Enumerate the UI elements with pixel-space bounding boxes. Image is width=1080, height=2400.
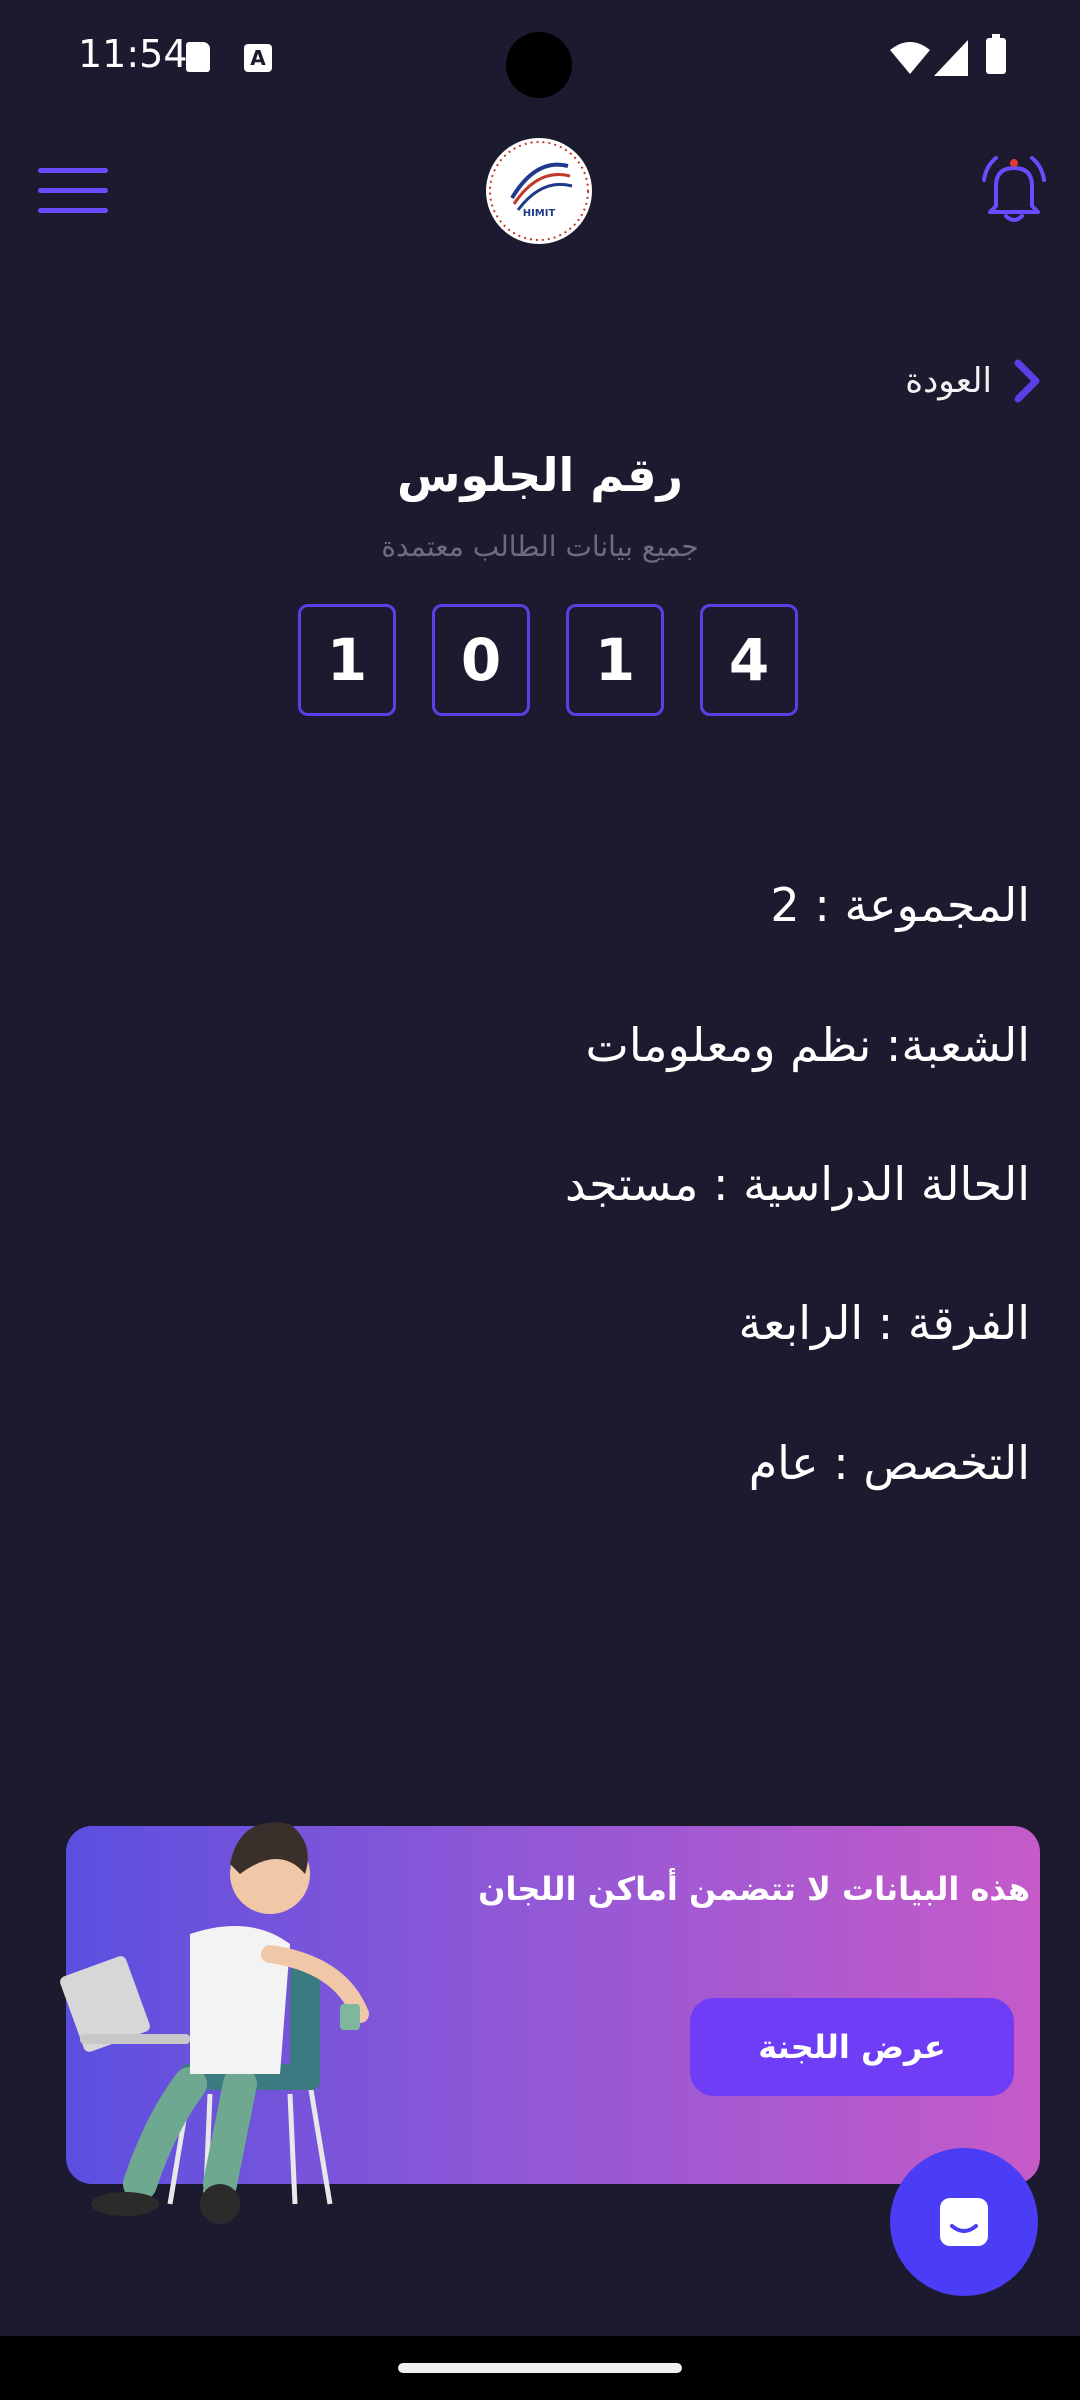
back-button[interactable]: العودة xyxy=(905,356,1042,406)
seat-digit: 1 xyxy=(298,604,396,716)
chevron-right-icon xyxy=(1014,359,1040,403)
signal-icon xyxy=(934,40,968,76)
keyboard-a-icon: A xyxy=(244,44,272,72)
menu-icon[interactable] xyxy=(38,168,108,214)
page-title: رقم الجلوس xyxy=(397,448,683,502)
view-committee-button[interactable]: عرض اللجنة xyxy=(690,1998,1014,2096)
seat-digit: 1 xyxy=(566,604,664,716)
banner-text: هذه البيانات لا تتضمن أماكن اللجان xyxy=(478,1870,1030,1908)
logo-text: HIMIT xyxy=(522,208,556,219)
info-group: المجموعة : 2 xyxy=(770,878,1030,932)
bell-icon[interactable] xyxy=(974,150,1054,230)
info-status: الحالة الدراسية : مستجد xyxy=(565,1157,1030,1211)
sd-card-icon xyxy=(186,42,210,72)
battery-icon xyxy=(986,38,1006,74)
info-division: الشعبة: نظم ومعلومات xyxy=(585,1018,1030,1072)
back-label: العودة xyxy=(905,361,992,401)
student-illustration xyxy=(60,1822,369,2224)
seat-number: 1 0 1 4 xyxy=(298,604,798,716)
chat-button[interactable] xyxy=(890,2148,1038,2296)
wifi-icon xyxy=(890,42,930,74)
home-indicator[interactable] xyxy=(398,2363,682,2373)
seat-digit: 0 xyxy=(432,604,530,716)
info-specialization: التخصص : عام xyxy=(748,1436,1030,1490)
camera-cutout xyxy=(506,32,572,98)
info-level: الفرقة : الرابعة xyxy=(738,1296,1030,1350)
page-subtitle: جميع بيانات الطالب معتمدة xyxy=(381,530,699,563)
status-time: 11:54 xyxy=(78,32,188,76)
app-logo: HIMIT xyxy=(486,138,592,244)
chat-icon xyxy=(940,2198,988,2246)
seat-digit: 4 xyxy=(700,604,798,716)
